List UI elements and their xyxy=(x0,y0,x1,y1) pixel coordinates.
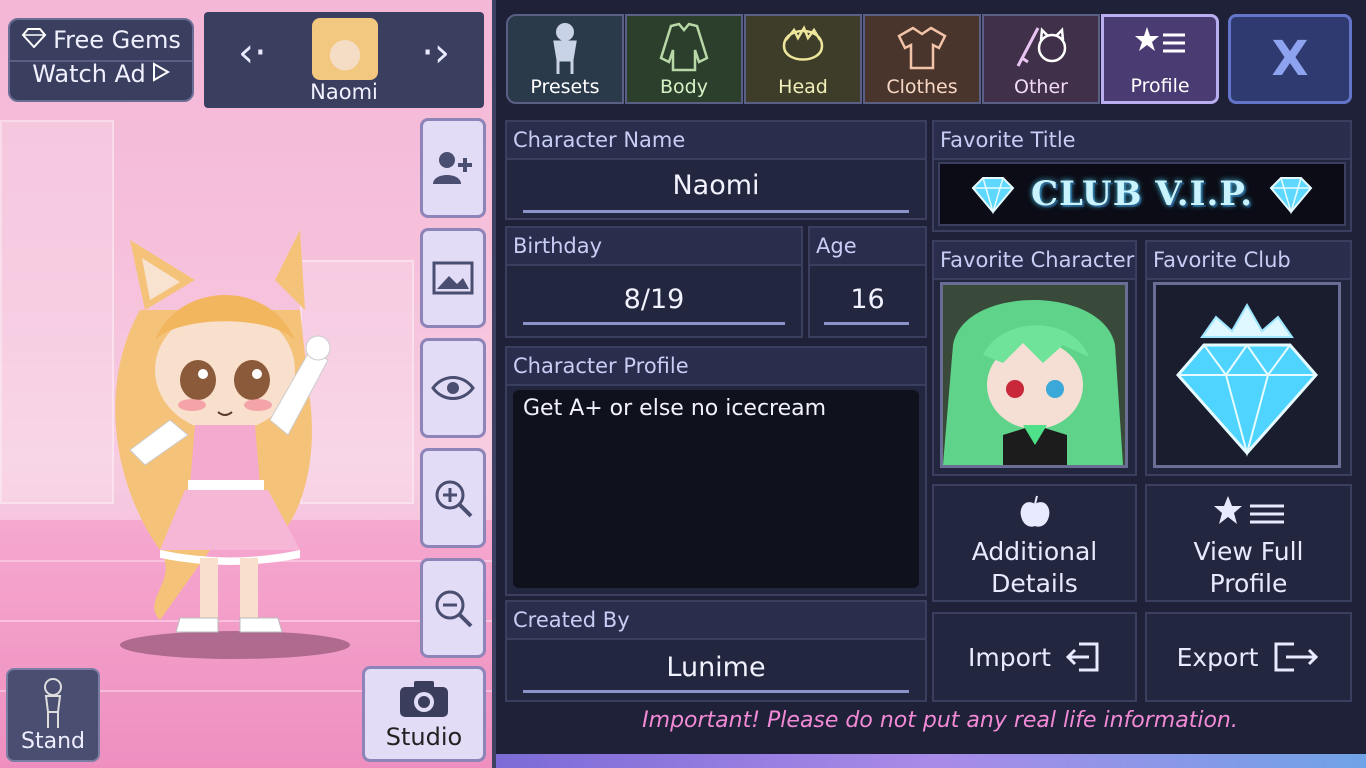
additional-details-button[interactable]: Additional Details xyxy=(932,484,1137,602)
close-button[interactable]: X xyxy=(1228,14,1352,104)
created-by-label: Created By xyxy=(507,602,925,640)
hide-ui-button[interactable] xyxy=(420,338,486,438)
free-gems-button[interactable]: Free Gems Watch Ad xyxy=(8,18,194,102)
head-icon xyxy=(782,25,824,61)
tab-profile[interactable]: Profile xyxy=(1101,14,1219,104)
eye-icon xyxy=(431,376,475,400)
preset-figure-icon xyxy=(553,23,577,74)
tab-label: Profile xyxy=(1130,75,1190,97)
body-icon xyxy=(659,22,709,72)
zoom-out-icon xyxy=(435,590,473,628)
age-value[interactable]: 16 xyxy=(810,284,925,315)
tab-label: Presets xyxy=(530,76,600,98)
export-icon xyxy=(1274,642,1319,672)
favorite-title-banner[interactable]: CLUB V.I.P. xyxy=(938,162,1346,226)
apple-icon xyxy=(1020,495,1049,527)
character-name-field: Character Name Naomi xyxy=(505,120,927,220)
import-button[interactable]: Import xyxy=(932,612,1137,702)
favorite-title-label: Favorite Title xyxy=(934,122,1350,160)
export-button[interactable]: Export xyxy=(1145,612,1352,702)
background-button[interactable] xyxy=(420,228,486,328)
character-selector-name: Naomi xyxy=(310,80,378,104)
zoom-in-icon xyxy=(435,480,473,518)
birthday-label: Birthday xyxy=(507,228,801,266)
favorite-character-label: Favorite Character xyxy=(934,242,1135,280)
zoom-in-button[interactable] xyxy=(420,448,486,548)
next-character-arrow-icon[interactable]: ·› xyxy=(421,30,450,76)
watch-ad-label: Watch Ad xyxy=(32,60,146,88)
tab-label: Head xyxy=(778,76,828,98)
studio-label: Studio xyxy=(385,723,463,751)
tab-clothes[interactable]: Clothes xyxy=(863,14,981,104)
diamond-icon xyxy=(1269,177,1313,214)
created-by-field: Created By Lunime xyxy=(505,600,927,702)
tab-other[interactable]: Other xyxy=(982,14,1100,104)
character-profile-textarea[interactable]: Get A+ or else no icecream xyxy=(513,390,919,588)
favorite-title-text: CLUB V.I.P. xyxy=(1030,174,1254,214)
studio-button[interactable]: Studio xyxy=(362,666,486,762)
standing-figure-icon xyxy=(44,678,62,728)
birthday-value[interactable]: 8/19 xyxy=(507,284,801,315)
camera-icon xyxy=(400,681,448,717)
character-selector: ‹· ·› Naomi xyxy=(204,12,484,108)
stand-button[interactable]: Stand xyxy=(6,668,100,762)
tab-label: Body xyxy=(660,76,708,98)
additional-details-label: Additional Details xyxy=(971,537,1098,598)
club-diamond-crown-icon xyxy=(1176,302,1318,457)
tab-body[interactable]: Body xyxy=(625,14,743,104)
add-character-button[interactable] xyxy=(420,118,486,218)
tab-presets[interactable]: Presets xyxy=(506,14,624,104)
add-person-icon xyxy=(433,152,472,184)
export-label: Export xyxy=(1176,642,1259,672)
character-profile-label: Character Profile xyxy=(507,348,925,386)
tab-label: Other xyxy=(1014,76,1068,98)
character-portrait xyxy=(312,18,378,80)
view-full-profile-label: View Full Profile xyxy=(1193,537,1304,598)
favorite-club-label: Favorite Club xyxy=(1147,242,1350,280)
birthday-field: Birthday 8/19 xyxy=(505,226,803,338)
favorite-character-image[interactable] xyxy=(940,282,1128,468)
tab-label: Clothes xyxy=(886,76,958,98)
age-label: Age xyxy=(810,228,925,266)
age-field: Age 16 xyxy=(808,226,927,338)
tab-head[interactable]: Head xyxy=(744,14,862,104)
sword-cat-icon xyxy=(1016,27,1067,67)
previous-character-arrow-icon[interactable]: ‹· xyxy=(238,30,267,76)
created-by-value[interactable]: Lunime xyxy=(507,652,925,683)
gem-icon xyxy=(21,26,47,54)
character-profile-field: Character Profile Get A+ or else no icec… xyxy=(505,346,927,596)
import-label: Import xyxy=(968,642,1051,672)
diamond-icon xyxy=(971,177,1015,214)
star-list-icon xyxy=(1135,27,1185,53)
tab-bar: Presets Body Head Clothes Other Profile xyxy=(506,14,1220,104)
real-info-warning: Important! Please do not put any real li… xyxy=(642,708,1238,733)
wall-panel xyxy=(0,120,114,504)
import-icon xyxy=(1065,642,1099,672)
favorite-club-image[interactable] xyxy=(1153,282,1341,468)
favorite-character-portrait xyxy=(943,285,1125,465)
stand-label: Stand xyxy=(21,729,85,754)
character-scene: Free Gems Watch Ad ‹· ·› Naomi Stand Stu… xyxy=(0,0,492,768)
star-list-icon xyxy=(1213,496,1284,524)
play-icon xyxy=(152,60,170,88)
character-name-value[interactable]: Naomi xyxy=(507,170,925,201)
character-figure[interactable] xyxy=(100,220,360,660)
shirt-icon xyxy=(897,26,947,70)
zoom-out-button[interactable] xyxy=(420,558,486,658)
free-gems-label: Free Gems xyxy=(53,26,181,54)
view-full-profile-button[interactable]: View Full Profile xyxy=(1145,484,1352,602)
image-icon xyxy=(432,261,474,295)
character-name-label: Character Name xyxy=(507,122,925,160)
